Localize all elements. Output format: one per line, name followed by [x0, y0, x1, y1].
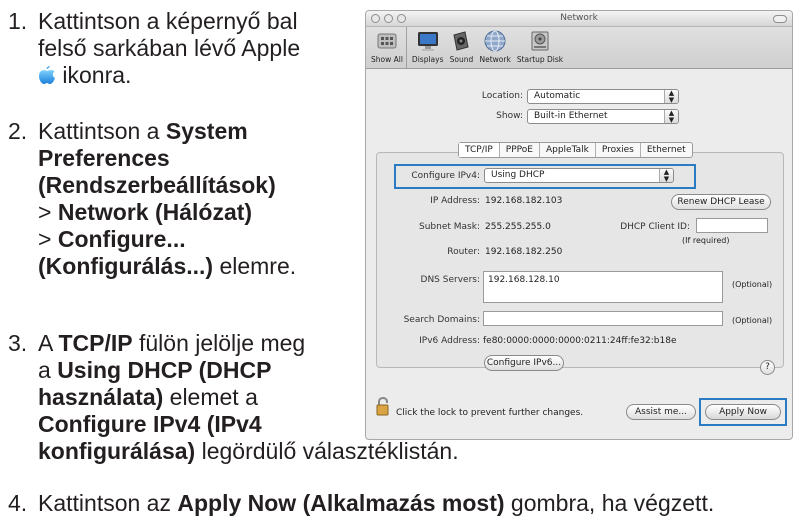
tab-ethernet[interactable]: Ethernet	[641, 143, 692, 157]
step-bold: TCP/IP	[58, 330, 133, 356]
tab-pppoe[interactable]: PPPoE	[500, 143, 540, 157]
sound-icon	[453, 31, 470, 51]
configure-ipv4-value: Using DHCP	[491, 170, 545, 180]
tab-bar: TCP/IP PPPoE AppleTalk Proxies Ethernet	[458, 142, 693, 158]
step-text: A	[38, 330, 59, 356]
toolbar-label: Network	[479, 55, 511, 64]
step-text: ikonra.	[62, 62, 132, 88]
title-bar: Network	[366, 11, 792, 27]
router-value: 192.168.182.250	[485, 247, 563, 257]
step-bold: Configure IPv4 (IPv4	[38, 411, 262, 437]
network-icon	[484, 30, 506, 52]
show-popup[interactable]: Built-in Ethernet ▲ ▼	[527, 109, 679, 124]
show-all-icon	[377, 33, 397, 49]
ip-address-value: 192.168.182.103	[485, 196, 563, 206]
subnet-mask-label: Subnet Mask:	[419, 222, 480, 232]
ipv6-address-value: fe80:0000:0000:0000:0211:24ff:fe32:b18e	[483, 336, 677, 346]
location-popup[interactable]: Automatic ▲ ▼	[527, 89, 679, 104]
toolbar-sound[interactable]: Sound	[446, 27, 476, 68]
toolbar-label: Displays	[411, 55, 444, 64]
step-text: Kattintson a	[38, 118, 166, 144]
step-text: elemre.	[213, 253, 297, 279]
step-number: 2.	[8, 118, 28, 144]
configure-ipv4-popup[interactable]: Using DHCP ▲ ▼	[484, 168, 674, 183]
step-number: 3.	[8, 330, 28, 356]
lock-hint-text: Click the lock to prevent further change…	[396, 408, 584, 418]
search-domains-field[interactable]	[483, 311, 723, 326]
startup-disk-icon	[531, 31, 549, 51]
toolbar-displays[interactable]: Displays	[409, 27, 447, 68]
toolbar-toggle-button[interactable]	[773, 15, 787, 23]
configure-ipv6-button[interactable]: Configure IPv6...	[484, 355, 564, 371]
renew-dhcp-lease-button[interactable]: Renew DHCP Lease	[671, 194, 771, 210]
step-text: a	[38, 357, 58, 383]
dns-servers-field[interactable]: 192.168.128.10	[483, 271, 723, 303]
step-1: 1. Kattintson a képernyő bal felső sarkáb…	[8, 8, 300, 89]
step-bold: Preferences	[38, 145, 170, 171]
search-optional-note: (Optional)	[732, 316, 773, 325]
ipv6-address-label: IPv6 Address:	[419, 336, 480, 346]
step-text: >	[38, 199, 58, 225]
tab-proxies[interactable]: Proxies	[596, 143, 641, 157]
step-text: Kattintson a képernyő bal	[38, 8, 298, 34]
dhcp-client-id-field[interactable]	[696, 218, 768, 233]
step-text: felső sarkában lévő Apple	[38, 35, 301, 61]
step-text: Kattintson az	[38, 490, 178, 516]
toolbar: Show All Displays Sound Network Startup …	[366, 27, 792, 69]
assist-me-button[interactable]: Assist me...	[626, 404, 696, 420]
toolbar-label: Show All	[371, 55, 403, 64]
location-label: Location:	[481, 91, 523, 101]
popup-arrows-icon: ▲ ▼	[664, 90, 678, 103]
window-title: Network	[560, 13, 598, 23]
step-bold: (Konfigurálás...)	[38, 253, 214, 279]
toolbar-startup-disk[interactable]: Startup Disk	[514, 27, 566, 68]
dns-servers-label: DNS Servers:	[420, 275, 480, 285]
dns-optional-note: (Optional)	[732, 280, 773, 289]
router-label: Router:	[447, 247, 480, 257]
popup-arrows-icon: ▲ ▼	[664, 110, 678, 123]
step-bold: (Rendszerbeállítások)	[38, 172, 276, 198]
toolbar-show-all[interactable]: Show All	[368, 27, 407, 68]
show-value: Built-in Ethernet	[534, 111, 608, 121]
displays-icon	[417, 32, 438, 51]
step-bold: Apply Now (Alkalmazás most)	[177, 490, 505, 516]
search-domains-label: Search Domains:	[403, 315, 480, 325]
toolbar-label: Startup Disk	[516, 55, 564, 64]
step-bold: System	[165, 118, 248, 144]
toolbar-network[interactable]: Network	[476, 27, 513, 68]
step-text: >	[38, 226, 58, 252]
step-text: gombra, ha végzett.	[504, 490, 715, 516]
tab-tcpip[interactable]: TCP/IP	[459, 143, 500, 157]
configure-ipv4-label: Configure IPv4:	[411, 171, 480, 181]
toolbar-label: Sound	[449, 55, 474, 64]
subnet-mask-value: 255.255.255.0	[485, 222, 551, 232]
step-4: 4. Kattintson az Apply Now (Alkalmazás mo…	[8, 490, 714, 517]
step-text: fülön jelölje meg	[132, 330, 306, 356]
show-label: Show:	[496, 111, 523, 121]
step-number: 1.	[8, 8, 28, 34]
step-bold: használata)	[38, 384, 164, 410]
step-number: 4.	[8, 490, 28, 516]
step-bold: Using DHCP (DHCP	[57, 357, 272, 383]
step-text: elemet a	[163, 384, 258, 410]
popup-arrows-icon: ▲ ▼	[659, 169, 673, 182]
apply-now-button[interactable]: Apply Now	[705, 404, 781, 420]
apple-icon	[39, 66, 55, 84]
tab-appletalk[interactable]: AppleTalk	[540, 143, 596, 157]
ip-address-label: IP Address:	[430, 196, 480, 206]
step-text: legördülő választéklistán.	[195, 438, 459, 464]
location-value: Automatic	[534, 91, 581, 101]
network-window: Network Show All Displays Sound Network …	[365, 10, 793, 440]
step-bold: konfigurálása)	[38, 438, 196, 464]
help-button[interactable]: ?	[760, 360, 775, 375]
step-bold: Configure...	[57, 226, 186, 252]
dhcp-client-id-label: DHCP Client ID:	[620, 222, 690, 232]
client-id-note: (If required)	[682, 236, 730, 245]
lock-icon[interactable]	[376, 397, 392, 417]
step-2: 2. Kattintson a System Preferences (Rends…	[8, 118, 296, 280]
step-bold: Network (Hálózat)	[57, 199, 253, 225]
